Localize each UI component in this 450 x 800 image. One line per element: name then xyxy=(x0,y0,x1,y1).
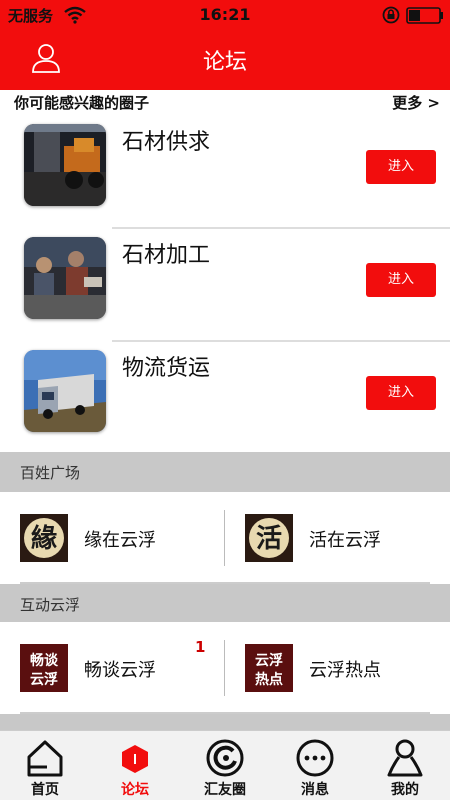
forum-entry-label: 畅谈云浮 xyxy=(84,660,156,681)
forum-entry-label: 云浮热点 xyxy=(309,660,381,681)
tab-label: 论坛 xyxy=(121,782,149,798)
page-title: 论坛 xyxy=(202,50,247,75)
tab-forum[interactable]: 论坛 xyxy=(90,731,180,800)
forum-entry-label: 缘在云浮 xyxy=(84,530,156,551)
forum-entry-huo[interactable]: 活 活在云浮 xyxy=(225,492,450,584)
more-link[interactable]: 更多 > xyxy=(392,92,440,113)
rotation-lock-icon xyxy=(382,6,400,24)
enter-button[interactable]: 进入 xyxy=(366,263,436,297)
tab-home[interactable]: 首页 xyxy=(0,731,90,800)
circle-item-logistics[interactable]: 物流货运 进入 xyxy=(0,342,450,455)
yuan-calligraphy-icon: 緣 xyxy=(20,514,68,562)
svg-text:活: 活 xyxy=(256,524,282,554)
tab-label: 我的 xyxy=(391,782,419,798)
home-icon xyxy=(27,740,63,777)
tab-label: 汇友圈 xyxy=(204,782,246,798)
recommended-circles-header: 你可能感兴趣的圈子 更多 > xyxy=(0,90,450,116)
tab-label: 消息 xyxy=(301,782,329,798)
battery-icon xyxy=(406,7,443,24)
svg-text:云浮: 云浮 xyxy=(255,652,283,669)
stone-processing-photo xyxy=(24,237,106,319)
tab-friends-circle[interactable]: 汇友圈 xyxy=(180,731,270,800)
forum-entry-hotspot[interactable]: 云浮 热点 云浮热点 xyxy=(225,622,450,714)
forum-entry-changtan[interactable]: 畅谈 云浮 畅谈云浮 1 xyxy=(0,622,225,714)
forum-entry-yuan[interactable]: 緣 缘在云浮 xyxy=(0,492,225,584)
svg-text:热点: 热点 xyxy=(255,671,283,688)
unread-badge: 1 xyxy=(195,638,206,656)
section-header-public-square: 百姓广场 xyxy=(0,452,450,492)
stone-supply-photo xyxy=(24,124,106,206)
enter-button[interactable]: 进入 xyxy=(366,150,436,184)
hotspot-icon: 云浮 热点 xyxy=(245,644,293,692)
forum-icon xyxy=(122,745,148,773)
circle-item-stone-processing[interactable]: 石材加工 进入 xyxy=(0,229,450,342)
public-square-row: 緣 缘在云浮 活 活在云浮 xyxy=(0,492,450,584)
tab-label: 首页 xyxy=(31,782,59,798)
tab-profile[interactable]: 我的 xyxy=(360,731,450,800)
section-title: 百姓广场 xyxy=(20,464,81,482)
tab-messages[interactable]: 消息 xyxy=(270,731,360,800)
circle-name: 石材供求 xyxy=(122,130,211,155)
message-icon xyxy=(296,739,334,777)
status-bar: 无服务 16:21 xyxy=(0,0,450,30)
profile-icon xyxy=(387,739,423,777)
circle-name: 物流货运 xyxy=(122,356,211,381)
recommended-title: 你可能感兴趣的圈子 xyxy=(14,94,150,112)
svg-text:畅谈: 畅谈 xyxy=(30,652,59,669)
section-title: 互动云浮 xyxy=(20,596,81,614)
section-header-interactive: 互动云浮 xyxy=(0,584,450,624)
navigation-bar: 论坛 xyxy=(0,30,450,90)
svg-text:云浮: 云浮 xyxy=(30,671,58,688)
huo-calligraphy-icon: 活 xyxy=(245,514,293,562)
friends-circle-icon xyxy=(206,739,244,777)
forum-entry-label: 活在云浮 xyxy=(309,530,381,551)
logistics-truck-photo xyxy=(24,350,106,432)
circle-item-stone-supply[interactable]: 石材供求 进入 xyxy=(0,116,450,229)
interactive-row: 畅谈 云浮 畅谈云浮 1 云浮 热点 云浮热点 xyxy=(0,622,450,714)
section-header-partial xyxy=(0,714,450,730)
enter-button[interactable]: 进入 xyxy=(366,376,436,410)
circle-name: 石材加工 xyxy=(122,243,211,268)
svg-text:緣: 緣 xyxy=(31,524,57,554)
tab-bar: 首页 论坛 汇友圈 消息 我的 xyxy=(0,730,450,800)
changtan-icon: 畅谈 云浮 xyxy=(20,644,68,692)
